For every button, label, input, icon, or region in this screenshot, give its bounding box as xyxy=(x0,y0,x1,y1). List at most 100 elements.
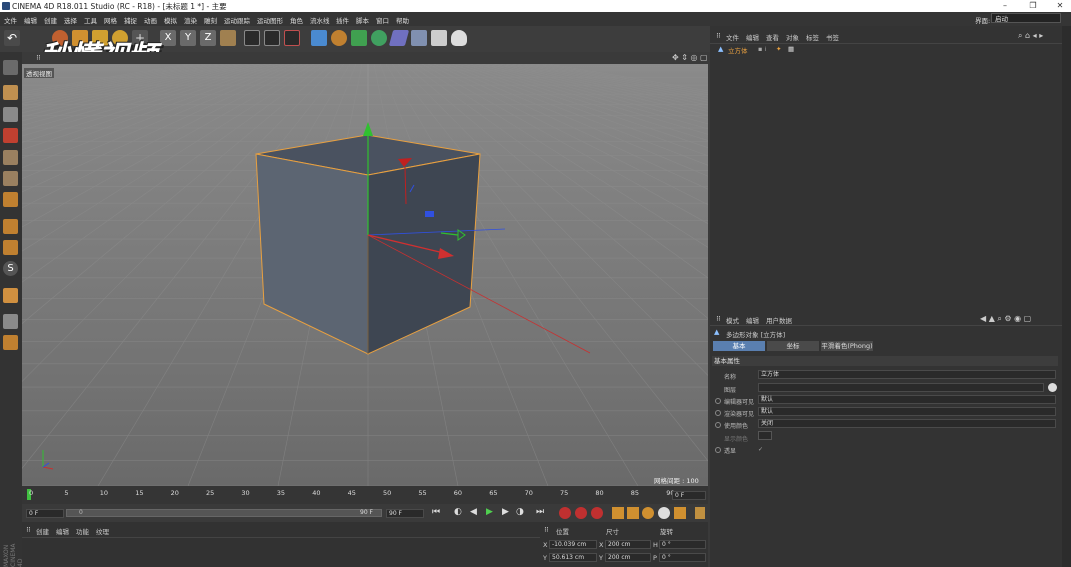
polygons-mode-icon[interactable] xyxy=(3,192,18,207)
workplane-lock-icon[interactable] xyxy=(3,288,18,303)
key-parameter-icon[interactable] xyxy=(658,507,670,519)
rot-h-field[interactable]: 0 ° xyxy=(659,540,706,549)
make-editable-icon[interactable] xyxy=(3,60,18,75)
end-frame-field[interactable]: 90 F xyxy=(386,509,424,518)
use-color-select[interactable]: 关闭 xyxy=(758,419,1056,428)
material-panel-handle[interactable]: ⠿ xyxy=(26,526,31,534)
model-mode-icon[interactable] xyxy=(3,85,18,100)
rot-p-field[interactable]: 0 ° xyxy=(659,553,706,562)
viewport-menu-handle[interactable]: ⠿ xyxy=(36,54,41,62)
object-row-cube[interactable]: ▲ 立方体 ▪ ⁞ ✦ ▦ xyxy=(714,45,1054,55)
menu-select[interactable]: 选择 xyxy=(64,15,77,25)
pos-y-field[interactable]: 50.613 cm xyxy=(549,553,597,562)
edges-mode-icon[interactable] xyxy=(3,171,18,186)
menu-snap[interactable]: 捕捉 xyxy=(124,15,137,25)
material-tab-create[interactable]: 创建 xyxy=(36,526,49,536)
attr-subtab-coord[interactable]: 坐标 xyxy=(767,341,819,351)
menu-pipeline[interactable]: 流水线 xyxy=(310,15,330,25)
object-name[interactable]: 立方体 xyxy=(728,45,748,55)
undo-icon[interactable]: ↶ xyxy=(4,30,20,46)
coord-panel-handle[interactable]: ⠿ xyxy=(544,526,549,534)
material-tab-texture[interactable]: 纹理 xyxy=(96,526,109,536)
snap-icon[interactable]: S xyxy=(3,261,18,276)
editor-visible-radio[interactable] xyxy=(715,398,721,404)
object-tab-view[interactable]: 查看 xyxy=(766,32,779,42)
right-side-tabs[interactable] xyxy=(1062,26,1071,567)
xray-checkbox[interactable]: ✓ xyxy=(758,446,763,453)
size-y-field[interactable]: 200 cm xyxy=(605,553,651,562)
key-rotation-icon[interactable] xyxy=(642,507,654,519)
menu-file[interactable]: 文件 xyxy=(4,15,17,25)
floor-icon[interactable] xyxy=(411,30,427,46)
attr-tab-mode[interactable]: 模式 xyxy=(726,315,739,325)
menu-script[interactable]: 脚本 xyxy=(356,15,369,25)
object-panel-handle[interactable]: ⠿ xyxy=(716,32,721,40)
menu-plugins[interactable]: 插件 xyxy=(336,15,349,25)
z-axis-lock-icon[interactable]: Z xyxy=(200,30,216,46)
key-position-icon[interactable] xyxy=(612,507,624,519)
tweak-icon[interactable] xyxy=(3,240,18,255)
key-pla-icon[interactable] xyxy=(674,507,686,519)
timeline-ruler[interactable]: 0 5 10 15 20 25 30 35 40 45 50 55 60 65 70 75 80 85 90 0 F xyxy=(22,486,708,504)
xray-radio[interactable] xyxy=(715,447,721,453)
coordinate-system-icon[interactable] xyxy=(220,30,236,46)
grid-icon[interactable] xyxy=(3,314,18,329)
current-frame-field[interactable]: 0 F xyxy=(672,491,706,500)
auto-key-icon[interactable] xyxy=(575,507,587,519)
menu-character[interactable]: 角色 xyxy=(290,15,303,25)
viewport-nav-icon[interactable]: ✥ ⇕ ◎ ▢ xyxy=(672,53,708,62)
object-tab-objects[interactable]: 对象 xyxy=(786,32,799,42)
object-tab-file[interactable]: 文件 xyxy=(726,32,739,42)
subdivision-surface-icon[interactable] xyxy=(351,30,367,46)
attr-nav-icons[interactable]: ◀ ▲ ⌕ ⚙ ◉ ▢ xyxy=(980,314,1031,324)
editor-visible-select[interactable]: 默认 xyxy=(758,395,1056,404)
keyframe-selection-icon[interactable] xyxy=(591,507,603,519)
visibility-dots-icon[interactable]: ▪ ⁞ xyxy=(758,45,767,53)
next-key-icon[interactable]: ◑ xyxy=(516,507,524,517)
attr-tab-edit[interactable]: 编辑 xyxy=(746,315,759,325)
use-color-radio[interactable] xyxy=(715,422,721,428)
enable-axis-icon[interactable] xyxy=(3,219,18,234)
menu-edit[interactable]: 编辑 xyxy=(24,15,37,25)
menu-mesh[interactable]: 网格 xyxy=(104,15,117,25)
previous-key-icon[interactable]: ◐ xyxy=(454,507,462,517)
goto-end-icon[interactable]: ⏭ xyxy=(536,507,544,517)
solo-icon[interactable] xyxy=(3,335,18,350)
y-axis-lock-icon[interactable]: Y xyxy=(180,30,196,46)
goto-start-icon[interactable]: ⏮ xyxy=(432,507,440,517)
menu-mograph[interactable]: 运动图形 xyxy=(257,15,283,25)
points-mode-icon[interactable] xyxy=(3,150,18,165)
attr-subtab-phong[interactable]: 平滑着色(Phong) xyxy=(821,341,873,351)
object-tab-tags[interactable]: 标签 xyxy=(806,32,819,42)
cube-primitive-icon[interactable] xyxy=(311,30,327,46)
material-tab-function[interactable]: 功能 xyxy=(76,526,89,536)
size-x-field[interactable]: 200 cm xyxy=(605,540,651,549)
attr-tab-userdata[interactable]: 用户数据 xyxy=(766,315,792,325)
maximize-button[interactable]: ❐ xyxy=(1020,0,1046,12)
viewport-canvas[interactable] xyxy=(22,64,708,486)
previous-frame-icon[interactable]: ◀ xyxy=(470,507,477,517)
record-icon[interactable] xyxy=(559,507,571,519)
menu-sculpt[interactable]: 雕刻 xyxy=(204,15,217,25)
menu-window[interactable]: 窗口 xyxy=(376,15,389,25)
render-visible-radio[interactable] xyxy=(715,410,721,416)
viewport-title[interactable]: 透视视图 xyxy=(24,68,54,78)
frame-range-slider[interactable]: 0 90 F xyxy=(66,509,382,517)
deformer-icon[interactable] xyxy=(388,30,410,46)
menu-render[interactable]: 渲染 xyxy=(184,15,197,25)
checker-tag-icon[interactable]: ▦ xyxy=(788,45,794,53)
render-visible-select[interactable]: 默认 xyxy=(758,407,1056,416)
x-axis-lock-icon[interactable]: X xyxy=(160,30,176,46)
attr-name-field[interactable]: 立方体 xyxy=(758,370,1056,379)
menu-animate[interactable]: 动画 xyxy=(144,15,157,25)
start-frame-field[interactable]: 0 F xyxy=(26,509,64,518)
render-picture-viewer-icon[interactable] xyxy=(264,30,280,46)
menu-create[interactable]: 创建 xyxy=(44,15,57,25)
timeline-settings-icon[interactable] xyxy=(695,507,705,519)
layout-select[interactable]: 启动 xyxy=(991,13,1061,23)
key-scale-icon[interactable] xyxy=(627,507,639,519)
minimize-button[interactable]: – xyxy=(992,0,1018,12)
next-frame-icon[interactable]: ▶ xyxy=(502,507,509,517)
perspective-viewport[interactable]: 透视视图 网格间距 : 100 cm xyxy=(22,64,708,486)
display-color-swatch[interactable] xyxy=(758,431,772,440)
